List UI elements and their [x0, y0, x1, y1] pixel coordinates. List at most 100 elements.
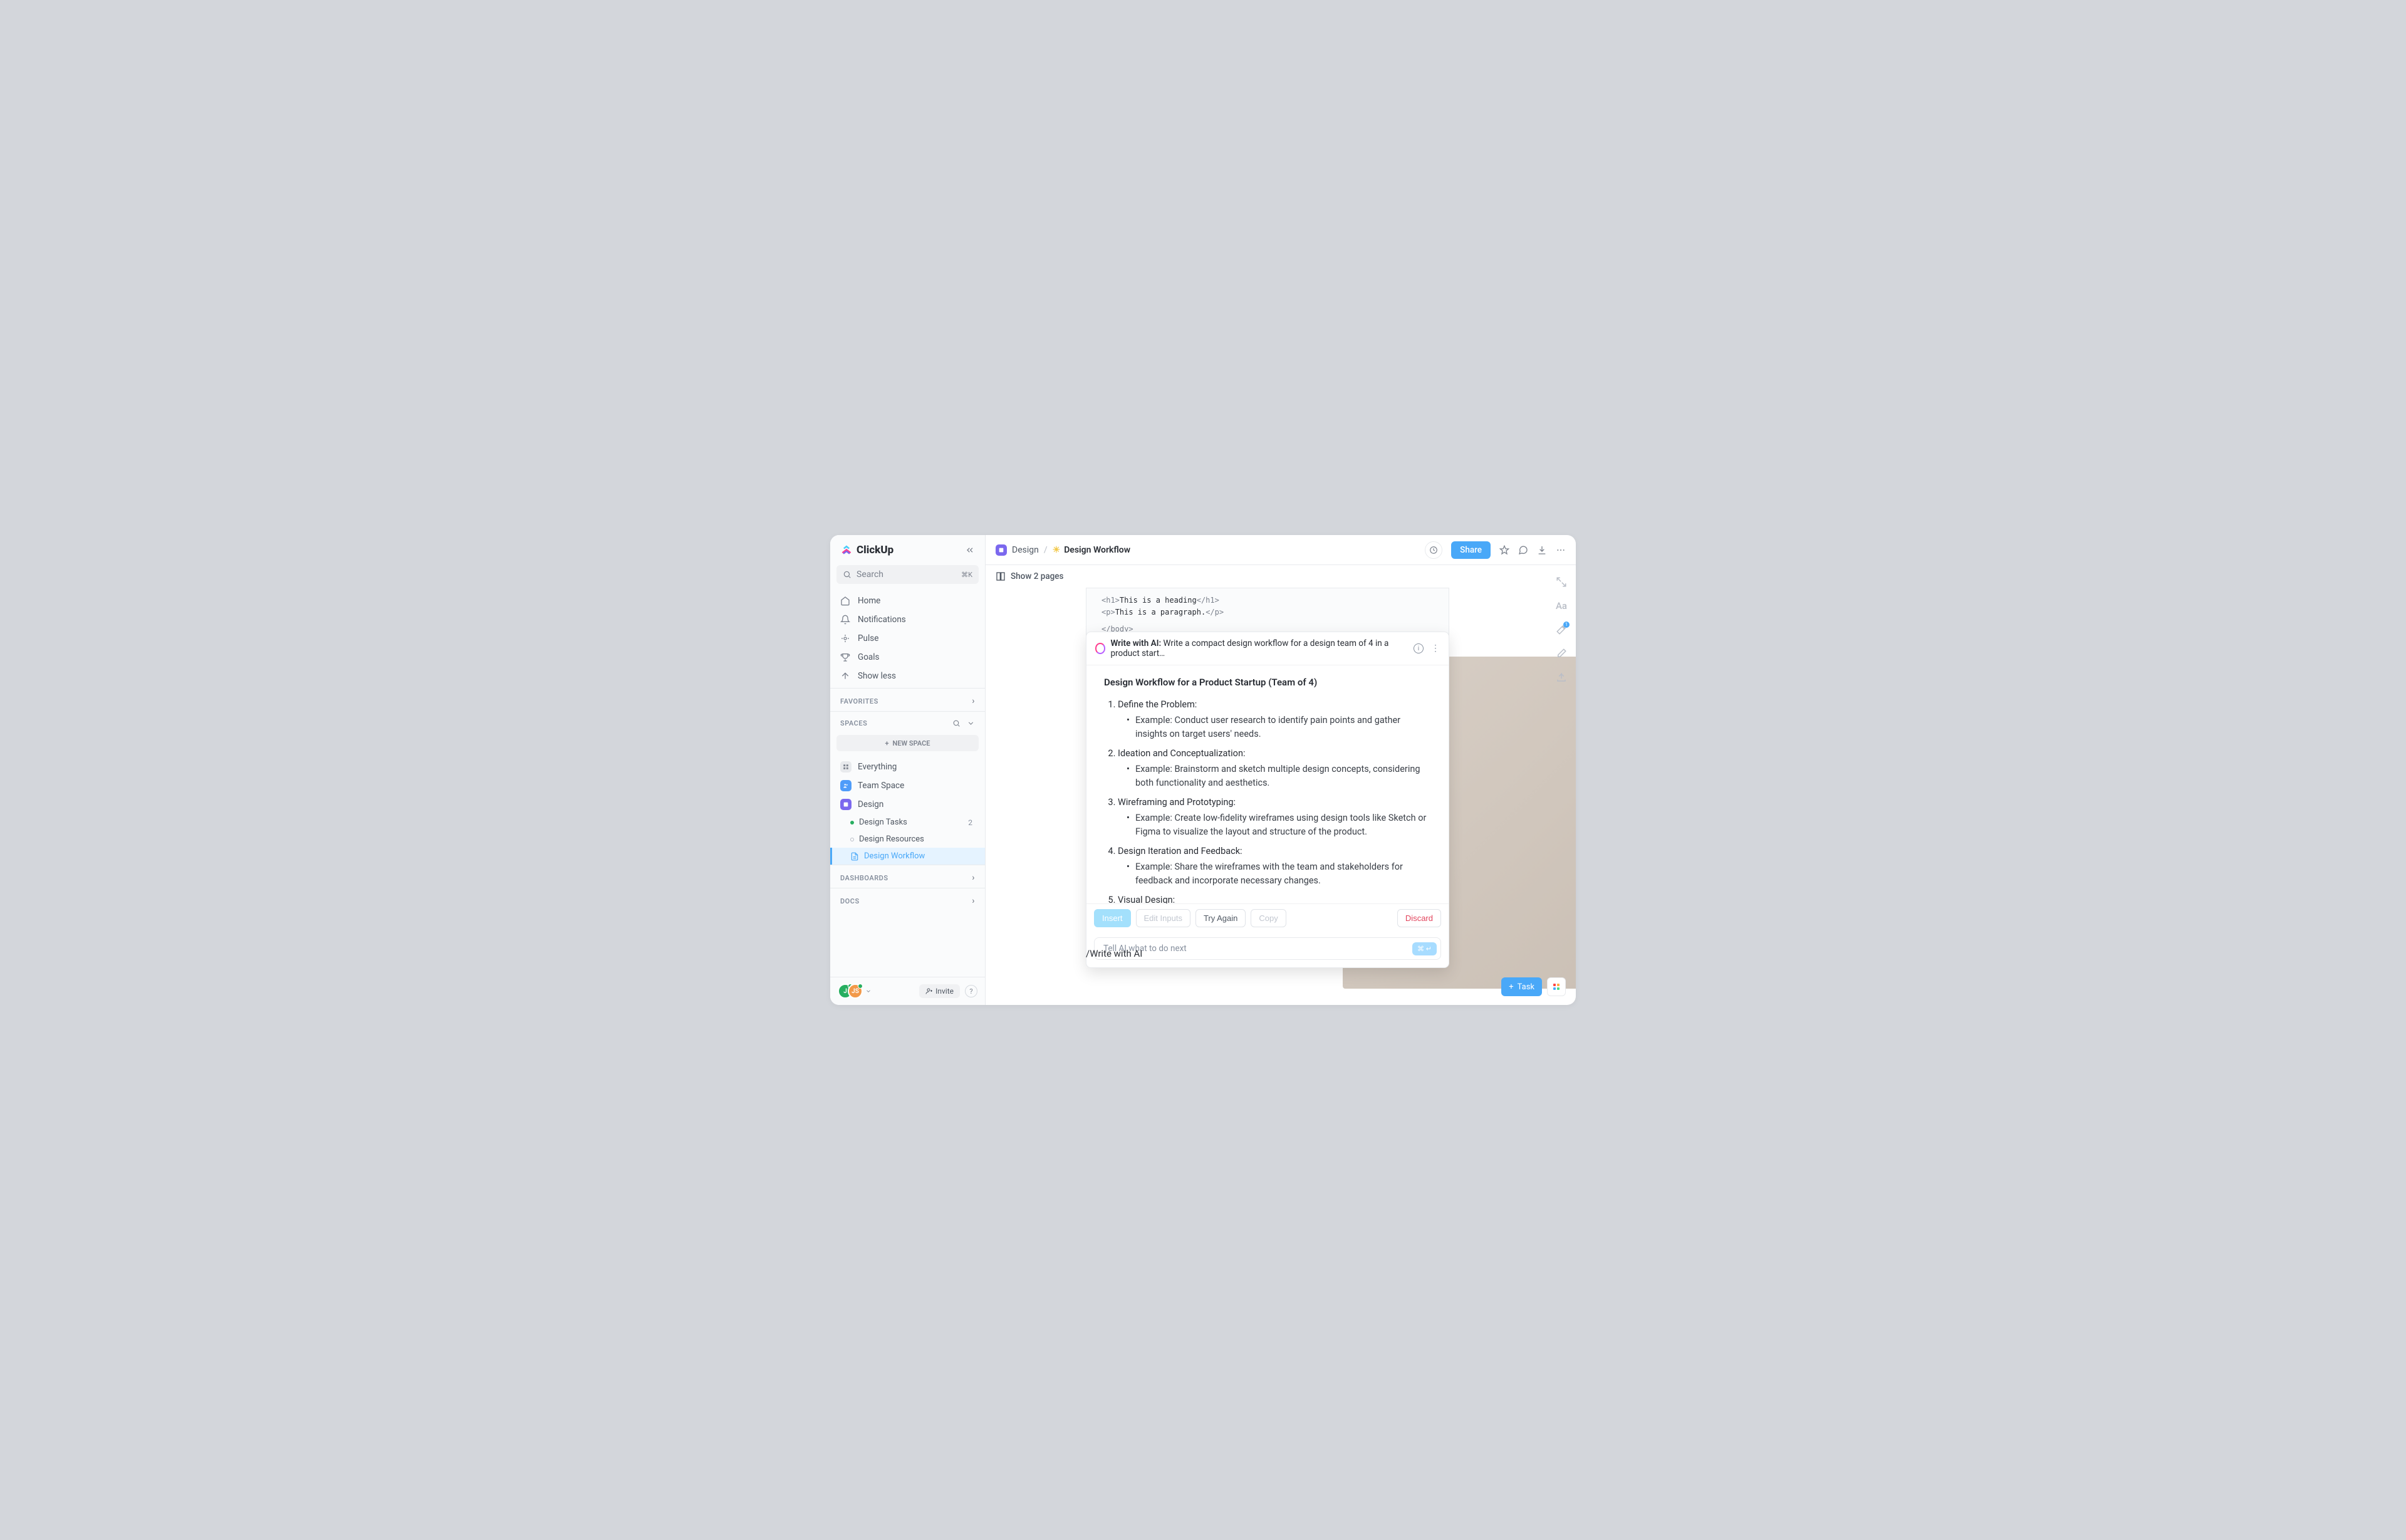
insert-button[interactable]: Insert [1094, 909, 1131, 927]
section-title: SPACES [840, 719, 867, 727]
history-button[interactable] [1425, 541, 1442, 559]
user-plus-icon [925, 987, 933, 995]
search-placeholder: Search [857, 570, 883, 580]
pages-icon [996, 571, 1006, 581]
ai-doc-title: Design Workflow for a Product Startup (T… [1104, 677, 1431, 688]
collapse-sidebar-icon[interactable] [965, 545, 975, 555]
search-icon [843, 570, 851, 579]
avatar: JS [848, 984, 863, 999]
space-child-design-workflow[interactable]: Design Workflow [830, 848, 985, 865]
plus-icon: + [885, 739, 888, 747]
task-label: Task [1518, 982, 1534, 992]
export-button[interactable] [1556, 672, 1567, 683]
search-input[interactable]: Search ⌘K [836, 565, 979, 584]
share-button[interactable]: Share [1451, 541, 1491, 559]
primary-nav: Home Notifications Pulse Goals Show less [830, 589, 985, 688]
help-button[interactable]: ? [965, 985, 977, 997]
more-button[interactable] [1556, 545, 1566, 555]
docs-header[interactable]: DOCS › [830, 888, 985, 911]
ai-send-button[interactable]: ⌘ ↵ [1412, 942, 1437, 955]
brand-name: ClickUp [857, 544, 893, 556]
edit-inputs-button[interactable]: Edit Inputs [1136, 909, 1190, 927]
ai-followup-input[interactable]: Tell AI what to do next ⌘ ↵ [1094, 937, 1441, 960]
doc-icon [850, 852, 859, 861]
ai-example: Example: Create low-fidelity wireframes … [1127, 811, 1431, 840]
search-icon[interactable] [952, 719, 961, 727]
discard-button[interactable]: Discard [1397, 909, 1441, 927]
slash-command-text: /Write with AI [1086, 948, 1142, 959]
plus-icon: + [1509, 982, 1513, 992]
invite-button[interactable]: Invite [919, 984, 960, 998]
spaces-header[interactable]: SPACES [830, 711, 985, 732]
nav-label: Home [858, 596, 880, 606]
nav-home[interactable]: Home [834, 591, 981, 610]
ai-rail-button[interactable]: 1 [1556, 624, 1567, 635]
more-icon[interactable]: ⋮ [1431, 643, 1440, 653]
ai-example: Example: Brainstorm and sketch multiple … [1127, 762, 1431, 791]
star-button[interactable] [1499, 545, 1509, 555]
comment-icon [1518, 545, 1528, 555]
nav-goals[interactable]: Goals [834, 648, 981, 667]
space-label: Everything [858, 762, 897, 772]
space-child-design-resources[interactable]: Design Resources [830, 831, 985, 848]
topbar: Design / ☀ Design Workflow Share [986, 535, 1576, 565]
favorites-header[interactable]: FAVORITES › [830, 688, 985, 711]
chevron-right-icon: › [972, 896, 975, 906]
main-area: Design / ☀ Design Workflow Share [986, 535, 1576, 1005]
space-label: Design [858, 799, 883, 809]
status-dot-icon [850, 821, 854, 825]
ai-list-item: Define the Problem: Example: Conduct use… [1118, 699, 1431, 742]
ai-example: Example: Share the wireframes with the t… [1127, 860, 1431, 888]
chevron-down-icon[interactable] [967, 719, 975, 727]
user-avatars[interactable]: J JS [838, 984, 872, 999]
child-label: Design Workflow [864, 851, 925, 861]
space-label: Team Space [858, 781, 904, 791]
show-pages-button[interactable]: Show 2 pages [1011, 571, 1063, 581]
breadcrumb-current[interactable]: ☀ Design Workflow [1053, 545, 1130, 555]
export-icon [1556, 672, 1567, 683]
edit-button[interactable] [1556, 648, 1567, 659]
arrow-up-icon [840, 671, 850, 681]
invite-label: Invite [935, 987, 954, 996]
info-icon[interactable]: i [1414, 643, 1424, 653]
home-icon [840, 596, 850, 606]
ai-generated-content: Design Workflow for a Product Startup (T… [1086, 665, 1449, 903]
breadcrumb-separator: / [1044, 545, 1048, 555]
new-task-button[interactable]: + Task [1501, 977, 1542, 996]
dashboards-header[interactable]: DASHBOARDS › [830, 865, 985, 888]
comment-button[interactable] [1518, 545, 1528, 555]
expand-button[interactable] [1556, 576, 1567, 588]
ai-panel: Write with AI: Write a compact design wo… [1086, 632, 1449, 968]
right-rail: Aa 1 [1547, 565, 1576, 683]
apps-button[interactable] [1547, 977, 1566, 996]
ai-logo-icon [1095, 643, 1105, 654]
trophy-icon [840, 652, 850, 662]
bell-icon [840, 615, 850, 625]
bottom-buttons: + Task [1501, 977, 1566, 996]
nav-pulse[interactable]: Pulse [834, 629, 981, 648]
space-child-design-tasks[interactable]: Design Tasks 2 [830, 814, 985, 831]
copy-button[interactable]: Copy [1251, 909, 1286, 927]
chevron-right-icon: › [972, 696, 975, 706]
try-again-button[interactable]: Try Again [1195, 909, 1246, 927]
clickup-logo-icon [840, 544, 853, 556]
sidebar-footer: J JS Invite ? [830, 977, 985, 1005]
space-design[interactable]: Design [830, 795, 985, 814]
typography-button[interactable]: Aa [1556, 600, 1567, 611]
ai-action-bar: Insert Edit Inputs Try Again Copy Discar… [1086, 903, 1449, 932]
breadcrumb-parent[interactable]: Design [1012, 545, 1039, 555]
download-icon [1537, 545, 1547, 555]
more-icon [1556, 545, 1566, 555]
logo[interactable]: ClickUp [840, 544, 893, 556]
people-icon [840, 780, 851, 791]
sun-icon: ☀ [1053, 545, 1061, 555]
section-title: DASHBOARDS [840, 874, 888, 882]
space-everything[interactable]: Everything [830, 757, 985, 776]
breadcrumb: Design / ☀ Design Workflow [996, 544, 1130, 556]
child-count: 2 [968, 818, 975, 827]
download-button[interactable] [1537, 545, 1547, 555]
nav-notifications[interactable]: Notifications [834, 610, 981, 629]
nav-show-less[interactable]: Show less [834, 667, 981, 685]
space-team[interactable]: Team Space [830, 776, 985, 795]
new-space-button[interactable]: + NEW SPACE [836, 735, 979, 751]
